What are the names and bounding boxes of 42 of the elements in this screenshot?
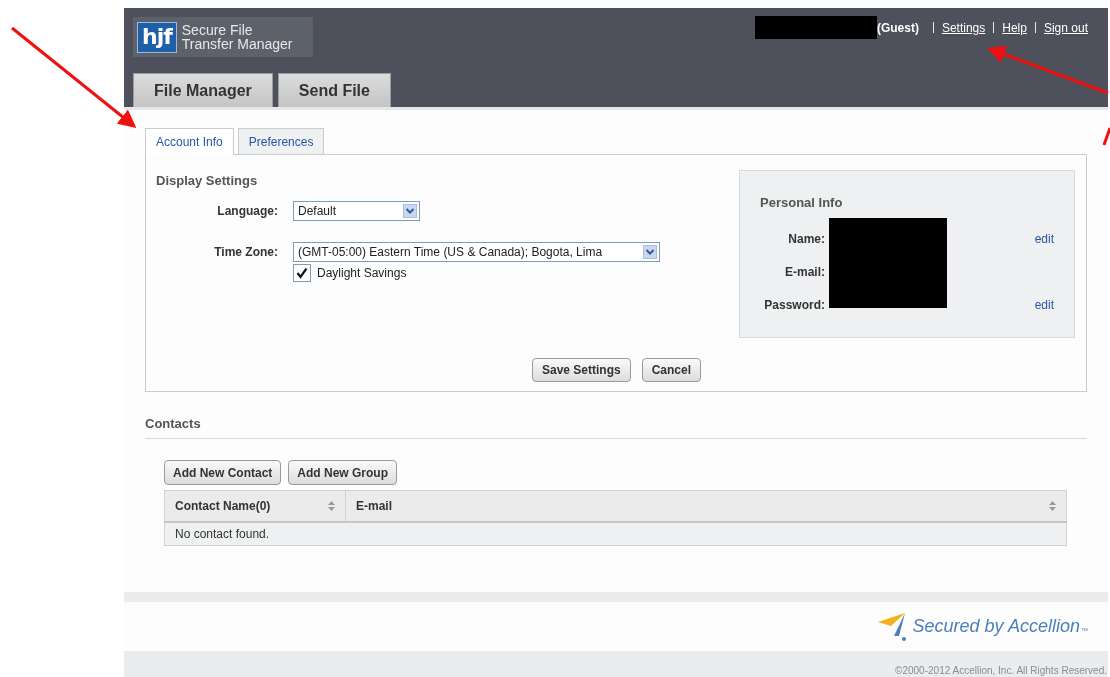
sub-tab[interactable]: Account Info <box>145 128 234 155</box>
edit-link[interactable]: edit <box>1034 231 1054 246</box>
contact-button[interactable]: Add New Contact <box>164 460 282 485</box>
brand-text: Secured by Accellion <box>912 616 1080 637</box>
header-link[interactable]: Help <box>1002 20 1027 35</box>
logo-title: Transfer Manager <box>181 37 293 51</box>
form-button[interactable]: Cancel <box>641 358 702 382</box>
field-label: Language: <box>216 204 278 218</box>
chevron-down-icon <box>643 245 657 259</box>
annotation-line <box>1102 127 1110 146</box>
link-divider <box>993 22 995 33</box>
header-link[interactable]: Settings <box>941 20 986 35</box>
link-divider <box>932 22 934 33</box>
section-title: Display Settings <box>156 173 259 188</box>
column-header[interactable]: Contact Name(0) <box>164 490 346 522</box>
logo-mark: hjf <box>137 21 177 53</box>
field-label: Name: <box>787 231 825 246</box>
contact-button[interactable]: Add New Group <box>288 460 397 485</box>
main-tab[interactable]: File Manager <box>133 73 273 107</box>
main-tab[interactable]: Send File <box>277 73 391 107</box>
sort-icon <box>328 501 335 511</box>
copyright-text: ©2000-2012 Accellion, Inc. All Rights Reserved. <box>895 665 1107 676</box>
sort-icon <box>1049 501 1056 511</box>
checkbox[interactable] <box>293 264 311 282</box>
sub-tab[interactable]: Preferences <box>237 128 325 155</box>
edit-link[interactable]: edit <box>1034 297 1054 312</box>
section-title: Personal Info <box>760 195 844 210</box>
field-label: Time Zone: <box>213 245 278 259</box>
chevron-down-icon <box>403 204 417 218</box>
form-button[interactable]: Save Settings <box>532 358 631 382</box>
column-header[interactable]: E-mail <box>345 490 1067 522</box>
checkbox-label: Daylight Savings <box>317 266 407 280</box>
table-cell: No contact found. <box>164 522 1067 546</box>
header-link[interactable]: Sign out <box>1043 20 1088 35</box>
logo-title: Secure File <box>181 23 254 37</box>
section-title: Contacts <box>145 416 1087 439</box>
field-label: E-mail: <box>784 264 825 279</box>
link-divider <box>1034 22 1036 33</box>
field-label: Password: <box>763 297 825 312</box>
dropdown[interactable]: (GMT-05:00) Eastern Time (US & Canada); Bogota, Lima <box>293 242 660 262</box>
dropdown[interactable]: Default <box>293 201 420 221</box>
user-role: (Guest) <box>876 20 919 35</box>
